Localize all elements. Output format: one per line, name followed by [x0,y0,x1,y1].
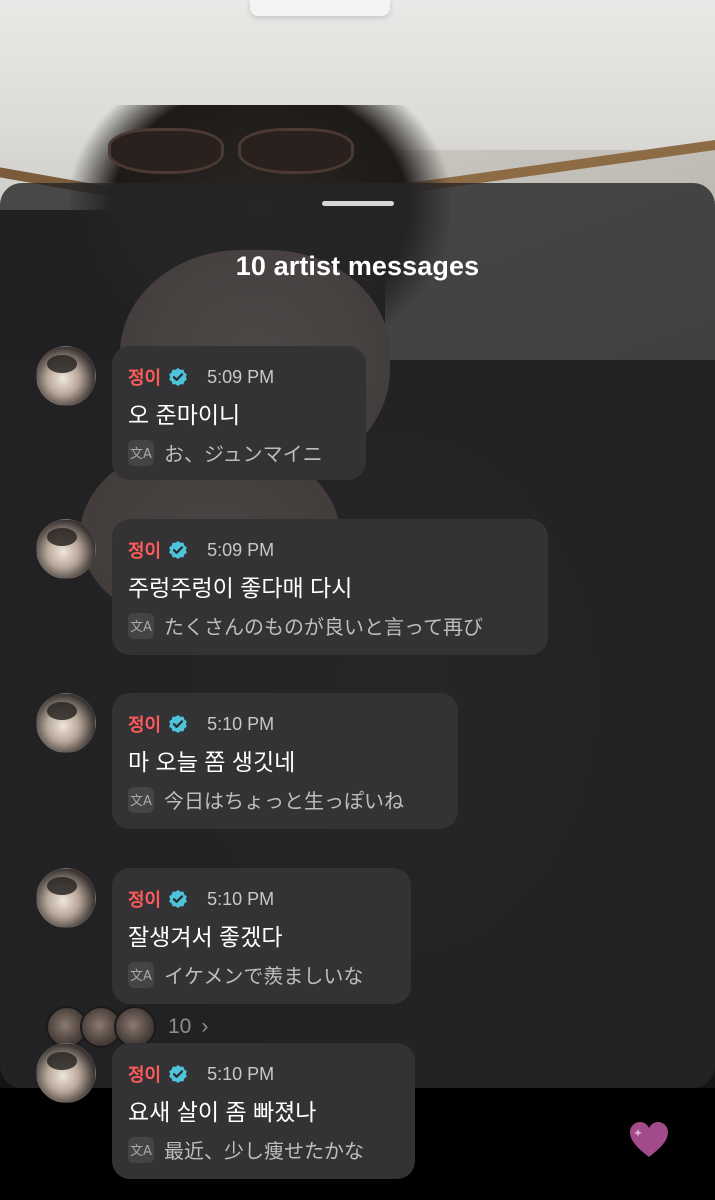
message-text: 오 준마이니 [128,402,241,428]
translation-row: 文A 最近、少し痩せたかな [128,1135,395,1164]
sheet-grabber[interactable] [322,201,394,206]
heart-icon[interactable] [628,1120,670,1160]
translation-text: お、ジュンマイニ [164,444,323,466]
sheet-title: 10 artist messages [235,251,480,281]
sender-name: 정이 [128,1065,162,1085]
message-bubble[interactable]: 정이 5:10 PM 요새 살이 좀 빠졌나 文A 最近、少し痩せたかな [112,1043,415,1179]
sender-name: 정이 [128,890,162,910]
translation-text: たくさんのものが良いと言って再び [164,617,483,639]
message-time: 5:09 PM [207,366,275,387]
avatar[interactable] [36,1043,96,1103]
message-text: 주렁주렁이 좋다매 다시 [128,575,353,601]
translation-row: 文A お、ジュンマイニ [128,438,346,467]
message-time: 5:10 PM [207,888,275,909]
sender-name: 정이 [128,368,162,388]
message-bubble[interactable]: 정이 5:09 PM 주렁주렁이 좋다매 다시 文A たくさんのものが良いと言っ… [112,519,548,655]
message-text: 요새 살이 좀 빠졌나 [128,1099,317,1125]
message-bubble[interactable]: 정이 5:10 PM 마 오늘 쫌 생깃네 文A 今日はちょっと生っぽいね [112,693,458,829]
viewer-avatar [114,1006,156,1048]
translate-icon: 文A [128,786,154,813]
verified-badge-icon [167,713,189,735]
verified-badge-icon [167,539,189,561]
sender-name: 정이 [128,715,162,735]
verified-badge-icon [167,366,189,388]
verified-badge-icon [167,1063,189,1085]
message-text: 잘생겨서 좋겠다 [128,924,283,950]
message-time: 5:09 PM [207,539,275,560]
message-bubble[interactable]: 정이 5:09 PM 오 준마이니 文A お、ジュンマイニ [112,346,366,480]
translation-text: 今日はちょっと生っぽいね [164,791,404,813]
translate-icon: 文A [128,1136,154,1163]
translation-row: 文A 今日はちょっと生っぽいね [128,785,438,814]
translate-icon: 文A [128,439,154,466]
message-bubble[interactable]: 정이 5:10 PM 잘생겨서 좋겠다 文A イケメンで羨ましいな [112,868,411,1004]
avatar[interactable] [36,519,96,579]
translation-text: 最近、少し痩せたかな [164,1141,364,1163]
sunglasses [108,124,358,174]
verified-badge-icon [167,888,189,910]
ceiling-lamp [250,0,390,16]
message-text: 마 오늘 쫌 생깃네 [128,749,296,775]
message-time: 5:10 PM [207,1063,275,1084]
translation-row: 文A たくさんのものが良いと言って再び [128,611,528,640]
translation-row: 文A イケメンで羨ましいな [128,960,391,989]
avatar[interactable] [36,693,96,753]
message-time: 5:10 PM [207,713,275,734]
avatar[interactable] [36,346,96,406]
chevron-right-icon: › [201,1015,209,1038]
sender-name: 정이 [128,541,162,561]
translate-icon: 文A [128,961,154,988]
translation-text: イケメンで羨ましいな [164,966,364,988]
translate-icon: 文A [128,612,154,639]
viewer-count: 10 [168,1015,192,1038]
viewers-row[interactable]: 10 › [46,1006,208,1048]
avatar[interactable] [36,868,96,928]
